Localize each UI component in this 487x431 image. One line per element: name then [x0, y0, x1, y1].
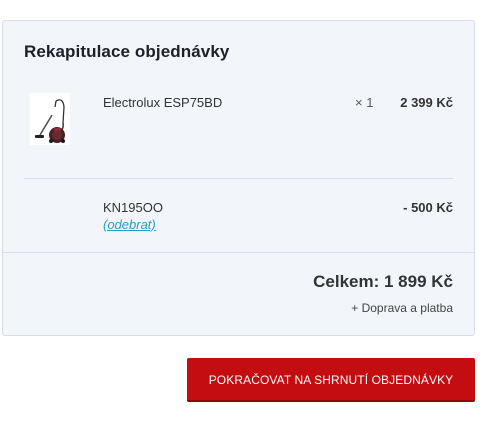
order-total: Celkem: 1 899 Kč — [313, 272, 453, 291]
voucher-discount-amount: - 500 Kč — [403, 200, 453, 215]
vacuum-cleaner-product-image[interactable] — [30, 93, 70, 145]
remove-voucher-link[interactable]: (odebrat) — [103, 217, 156, 232]
item-divider — [24, 178, 453, 179]
shipping-payment-note: + Doprava a platba — [351, 301, 453, 315]
product-quantity: × 1 — [355, 95, 374, 110]
vacuum-cleaner-icon — [35, 99, 65, 143]
continue-to-summary-button[interactable]: POKRAČOVAT NA SHRNUTÍ OBJEDNÁVKY — [187, 358, 475, 402]
summary-title: Rekapitulace objednávky — [24, 42, 230, 61]
product-price: 2 399 Kč — [400, 95, 453, 110]
order-summary-card: Rekapitulace objednávky Electrolux ESP75… — [2, 20, 475, 336]
total-divider — [3, 252, 474, 253]
product-name[interactable]: Electrolux ESP75BD — [103, 95, 222, 110]
voucher-code: KN195OO — [103, 200, 163, 215]
